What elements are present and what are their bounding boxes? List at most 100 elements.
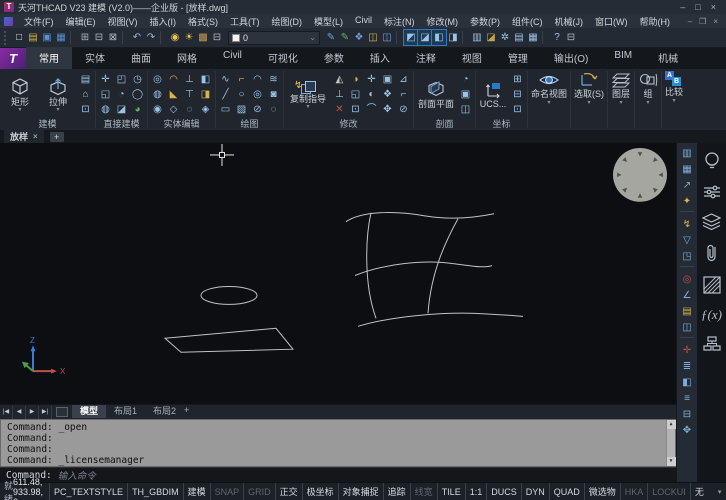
hierarchy-icon[interactable]	[703, 336, 721, 352]
new-file-icon[interactable]: □	[12, 30, 26, 45]
dm-slice-icon[interactable]: ◪	[114, 102, 129, 117]
se-union-icon[interactable]: ◎	[150, 72, 165, 87]
menu-item[interactable]: 绘图(D)	[266, 15, 309, 28]
se-color-edge-icon[interactable]: ⊥	[182, 72, 197, 87]
plot-icon[interactable]: ⊞	[78, 30, 92, 45]
status-toggle[interactable]: 无	[690, 483, 708, 500]
maximize-button[interactable]: □	[695, 2, 700, 12]
block-tool-icon[interactable]: ◧	[679, 375, 695, 390]
prev-tab-button[interactable]: ◀	[13, 406, 26, 419]
status-toggle[interactable]: DUCS	[486, 483, 521, 500]
panel-label-modify[interactable]: 修改	[286, 119, 411, 130]
ellipse-profile[interactable]	[201, 286, 257, 304]
ribbon-tab[interactable]: 输出(O)	[541, 47, 601, 69]
ribbon-tab[interactable]: 实体	[72, 47, 118, 69]
dm-offset-face-icon[interactable]: ◔	[114, 87, 129, 102]
panel-label-direct-modeling[interactable]: 直接建模	[98, 119, 145, 130]
draw-arc-icon[interactable]: ◠	[250, 72, 265, 87]
style-add-icon[interactable]: ✎	[338, 30, 352, 45]
quick-view-button[interactable]	[56, 407, 68, 417]
section-tool-icon[interactable]: ≡	[679, 391, 695, 406]
panel-label-draw[interactable]: 绘图	[218, 119, 281, 130]
extrude-button[interactable]: 拉伸 ▾	[40, 77, 76, 113]
loft-wireframe[interactable]	[346, 213, 523, 327]
status-toggle[interactable]: QUAD	[549, 483, 584, 500]
check-standards-icon[interactable]: ▽	[679, 233, 695, 248]
status-toggle[interactable]: GRID	[243, 483, 275, 500]
ucs-world-icon[interactable]: ⊞	[510, 72, 525, 87]
status-toggle[interactable]: DYN	[521, 483, 549, 500]
draw-polyline-icon[interactable]: ⌐	[234, 72, 249, 87]
dm-extrude-face-icon[interactable]: ◰	[114, 72, 129, 87]
batch-plot-icon[interactable]: ⊠	[106, 30, 120, 45]
layer-lock-icon[interactable]: ▩	[196, 30, 210, 45]
command-input-hint[interactable]: 输入命令	[58, 468, 96, 482]
box-button[interactable]: 矩形 ▾	[2, 77, 38, 113]
properties-panel-icon[interactable]: ▥	[679, 146, 695, 161]
mod-explode-icon[interactable]: ⊿	[396, 72, 411, 87]
planar-surface-icon[interactable]: ▤	[78, 72, 93, 87]
properties-palette-icon[interactable]: ▥	[470, 30, 484, 45]
status-toggle[interactable]: 建模	[183, 483, 210, 500]
panel-label-modeling[interactable]: 建模	[2, 119, 93, 130]
mod-fillet-icon[interactable]: ⌐	[396, 87, 411, 102]
status-toggle[interactable]: 线宽	[410, 483, 437, 500]
menu-item[interactable]: 机械(J)	[549, 15, 590, 28]
lightbulb-icon[interactable]	[703, 151, 721, 171]
new-document-tab-button[interactable]: +	[50, 132, 64, 142]
dm-move-face-icon[interactable]: ✛	[98, 72, 113, 87]
status-toggle[interactable]: PC_TEXTSTYLE	[49, 483, 127, 500]
clean-screen-icon[interactable]: ◪	[484, 30, 498, 45]
copy-guide-button[interactable]: ↯ 复制指导 ▾	[286, 80, 330, 110]
generate-section-icon[interactable]: ◫	[458, 102, 473, 117]
ribbon-tab[interactable]: 管理	[495, 47, 541, 69]
mod-stretch-icon[interactable]: ⊡	[348, 102, 363, 117]
ribbon-tab[interactable]: 插入	[357, 47, 403, 69]
draw-revision-cloud-icon[interactable]: ◌	[266, 102, 281, 117]
mdi-close-button[interactable]: ×	[713, 17, 718, 26]
ribbon-tab[interactable]: 机械	[645, 47, 691, 69]
group-button[interactable]: 组 ▾	[635, 69, 661, 130]
first-tab-button[interactable]: |◀	[0, 406, 13, 419]
se-clean-icon[interactable]: ◌	[182, 102, 197, 117]
status-toggle[interactable]: LOCKUI	[647, 483, 690, 500]
dm-imprint-icon[interactable]: ◍	[98, 102, 113, 117]
status-toggle[interactable]: 对象捕捉	[338, 483, 383, 500]
panel-label-coordinates[interactable]: 坐标	[478, 119, 525, 130]
text-tool-icon[interactable]: ≣	[679, 359, 695, 374]
quick-measure-icon[interactable]: ↯	[679, 217, 695, 232]
save-as-icon[interactable]: ▦	[54, 30, 68, 45]
mod-join-icon[interactable]: ⌒	[364, 102, 379, 117]
se-chamfer-edge-icon[interactable]: ◣	[166, 87, 181, 102]
command-input-row[interactable]: Command: 输入命令	[0, 467, 676, 482]
ribbon-tab[interactable]: 曲面	[118, 47, 164, 69]
save-icon[interactable]: ▣	[40, 30, 54, 45]
status-toggle[interactable]: 1:1	[465, 483, 487, 500]
mod-erase-icon[interactable]: ✕	[332, 102, 347, 117]
ribbon-tab[interactable]: 参数	[311, 47, 357, 69]
draw-donut-icon[interactable]: ◎	[250, 87, 265, 102]
table-style-icon[interactable]: ▤	[679, 304, 695, 319]
layout-tab[interactable]: 模型	[72, 405, 106, 418]
parallelogram-profile[interactable]	[165, 328, 293, 352]
draw-line-icon[interactable]: ╱	[218, 87, 233, 102]
draw-hatch-icon[interactable]: ▨	[234, 102, 249, 117]
redo-icon[interactable]: ↷	[144, 30, 158, 45]
publish-tool-icon[interactable]: ⊟	[679, 407, 695, 422]
ribbon-tab[interactable]: 视图	[449, 47, 495, 69]
undo-icon[interactable]: ↶	[130, 30, 144, 45]
mod-break-icon[interactable]: ⊘	[396, 102, 411, 117]
command-history[interactable]: Command: _open Command: Command: Command…	[0, 419, 676, 467]
hatch-square-icon[interactable]	[703, 276, 721, 294]
mod-offset-icon[interactable]: ⊥	[332, 87, 347, 102]
mod-rotate-icon[interactable]: ◑	[348, 72, 363, 87]
pin-tool-icon[interactable]: ✛	[679, 343, 695, 358]
layout-tab[interactable]: 布局1	[106, 405, 145, 418]
se-separate-icon[interactable]: ◨	[198, 87, 213, 102]
se-check-icon[interactable]: ◈	[198, 102, 213, 117]
ribbon-tab[interactable]: 可视化	[255, 47, 311, 69]
options-icon[interactable]: ✲	[498, 30, 512, 45]
ribbon-tab[interactable]: 网格	[164, 47, 210, 69]
navigation-wheel[interactable]	[613, 148, 667, 202]
menu-item[interactable]: 组件(C)	[506, 15, 549, 28]
